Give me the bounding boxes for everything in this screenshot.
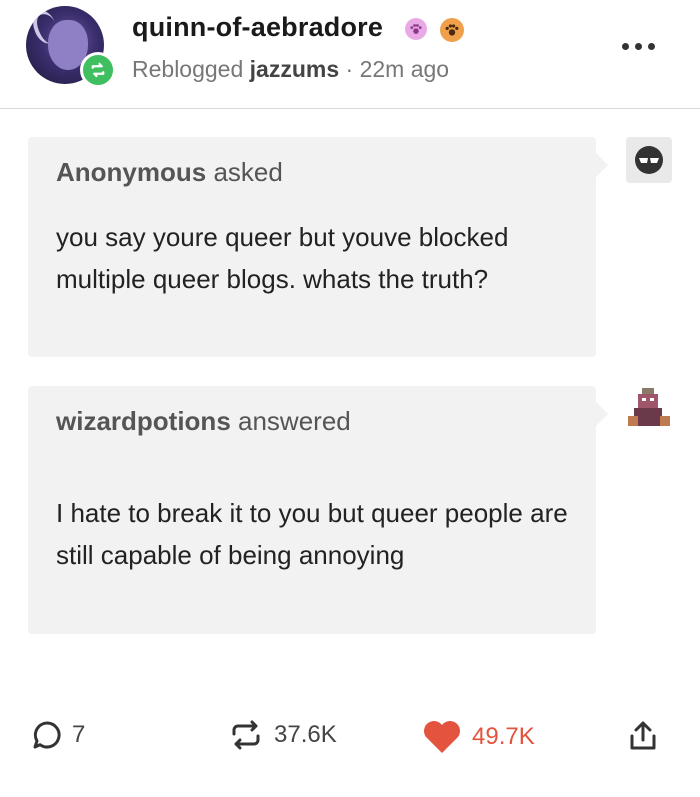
ask-verb: asked [213, 157, 283, 187]
reblog-button[interactable]: 37.6K [228, 720, 337, 750]
comment-icon [33, 721, 61, 749]
post-footer: 7 37.6K 49.7K [0, 710, 700, 770]
answerer-avatar[interactable] [626, 386, 672, 432]
ask-bubble: Anonymous asked you say youre queer but … [28, 137, 608, 357]
answer-header: wizardpotions answered [56, 406, 351, 437]
bubble-tail [596, 153, 608, 177]
comments-count: 7 [72, 721, 86, 748]
like-button[interactable]: 49.7K [422, 720, 535, 754]
anonymous-avatar [626, 137, 672, 183]
badge-paw-pink-icon[interactable] [405, 18, 427, 40]
more-options-icon[interactable] [622, 36, 662, 56]
answer-verb: answered [238, 406, 351, 436]
comments-button[interactable]: 7 [32, 720, 85, 750]
asker-name: Anonymous [56, 157, 207, 187]
sunglasses-icon [635, 146, 663, 174]
time-ago: 22m ago [359, 56, 450, 82]
share-button[interactable] [628, 720, 658, 752]
separator: · [345, 56, 354, 82]
ask-header: Anonymous asked [56, 157, 283, 188]
author-username[interactable]: quinn-of-aebradore [132, 12, 383, 43]
reblog-count-icon [232, 720, 260, 750]
bubble-tail [596, 402, 608, 426]
reblogged-from-link[interactable]: jazzums [250, 56, 339, 82]
badge-paw-orange-icon[interactable] [440, 18, 464, 42]
answerer-name[interactable]: wizardpotions [56, 406, 231, 436]
reblog-prefix: Reblogged [132, 56, 244, 82]
share-icon [630, 721, 656, 750]
reblog-line: Reblogged jazzums · 22m ago [132, 56, 449, 83]
heart-icon [424, 721, 460, 753]
ask-question: you say youre queer but youve blocked mu… [56, 222, 509, 294]
answer-bubble: wizardpotions answered I hate to break i… [28, 386, 608, 634]
reblogs-count: 37.6K [274, 721, 337, 748]
likes-count: 49.7K [472, 723, 535, 750]
reblog-badge-icon [80, 52, 116, 88]
answer-text: I hate to break it to you but queer peop… [56, 498, 568, 570]
post-header: quinn-of-aebradore Reblogged jazzums · 2… [0, 0, 700, 109]
